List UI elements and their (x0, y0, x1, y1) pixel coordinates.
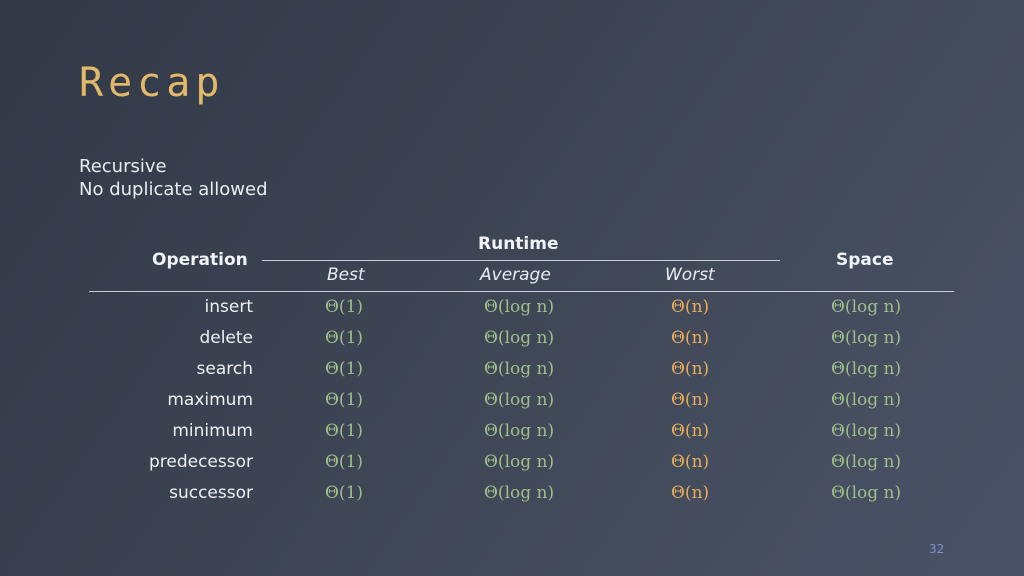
space-complexity: Θ(log n) (831, 390, 902, 410)
subtitle-line-recursive: Recursive (79, 156, 167, 177)
slide-title: Recap (79, 60, 225, 106)
worst-case: Θ(n) (671, 483, 710, 503)
worst-case: Θ(n) (671, 390, 710, 410)
operation-name: delete (199, 328, 253, 348)
table-row: delete Θ(1) Θ(log n) Θ(n) Θ(log n) (0, 327, 1024, 358)
table-row: successor Θ(1) Θ(log n) Θ(n) Θ(log n) (0, 482, 1024, 513)
average-case: Θ(log n) (484, 452, 555, 472)
header-average: Average (480, 265, 551, 285)
runtime-header-divider (262, 260, 780, 261)
subtitle-line-no-duplicates: No duplicate allowed (79, 179, 268, 200)
table-header-divider (89, 291, 954, 292)
worst-case: Θ(n) (671, 452, 710, 472)
best-case: Θ(1) (325, 359, 364, 379)
header-operation: Operation (152, 250, 248, 270)
space-complexity: Θ(log n) (831, 421, 902, 441)
best-case: Θ(1) (325, 328, 364, 348)
page-number: 32 (929, 542, 945, 556)
average-case: Θ(log n) (484, 483, 555, 503)
space-complexity: Θ(log n) (831, 297, 902, 317)
average-case: Θ(log n) (484, 390, 555, 410)
complexity-table-body: insert Θ(1) Θ(log n) Θ(n) Θ(log n) delet… (0, 296, 1024, 513)
best-case: Θ(1) (325, 483, 364, 503)
table-row: minimum Θ(1) Θ(log n) Θ(n) Θ(log n) (0, 420, 1024, 451)
space-complexity: Θ(log n) (831, 452, 902, 472)
average-case: Θ(log n) (484, 359, 555, 379)
worst-case: Θ(n) (671, 359, 710, 379)
table-row: search Θ(1) Θ(log n) Θ(n) Θ(log n) (0, 358, 1024, 389)
header-space: Space (836, 250, 894, 270)
header-best: Best (327, 265, 365, 285)
slide-subtitle: Recursive No duplicate allowed (79, 155, 268, 201)
operation-name: minimum (172, 421, 253, 441)
table-row: insert Θ(1) Θ(log n) Θ(n) Θ(log n) (0, 296, 1024, 327)
worst-case: Θ(n) (671, 328, 710, 348)
space-complexity: Θ(log n) (831, 328, 902, 348)
best-case: Θ(1) (325, 297, 364, 317)
operation-name: insert (204, 297, 253, 317)
worst-case: Θ(n) (671, 297, 710, 317)
best-case: Θ(1) (325, 421, 364, 441)
table-row: maximum Θ(1) Θ(log n) Θ(n) Θ(log n) (0, 389, 1024, 420)
average-case: Θ(log n) (484, 328, 555, 348)
operation-name: search (196, 359, 253, 379)
space-complexity: Θ(log n) (831, 359, 902, 379)
average-case: Θ(log n) (484, 297, 555, 317)
worst-case: Θ(n) (671, 421, 710, 441)
operation-name: successor (169, 483, 253, 503)
best-case: Θ(1) (325, 452, 364, 472)
operation-name: predecessor (148, 452, 253, 472)
space-complexity: Θ(log n) (831, 483, 902, 503)
header-runtime: Runtime (478, 234, 559, 254)
operation-name: maximum (167, 390, 253, 410)
header-worst: Worst (665, 265, 715, 285)
average-case: Θ(log n) (484, 421, 555, 441)
table-row: predecessor Θ(1) Θ(log n) Θ(n) Θ(log n) (0, 451, 1024, 482)
best-case: Θ(1) (325, 390, 364, 410)
